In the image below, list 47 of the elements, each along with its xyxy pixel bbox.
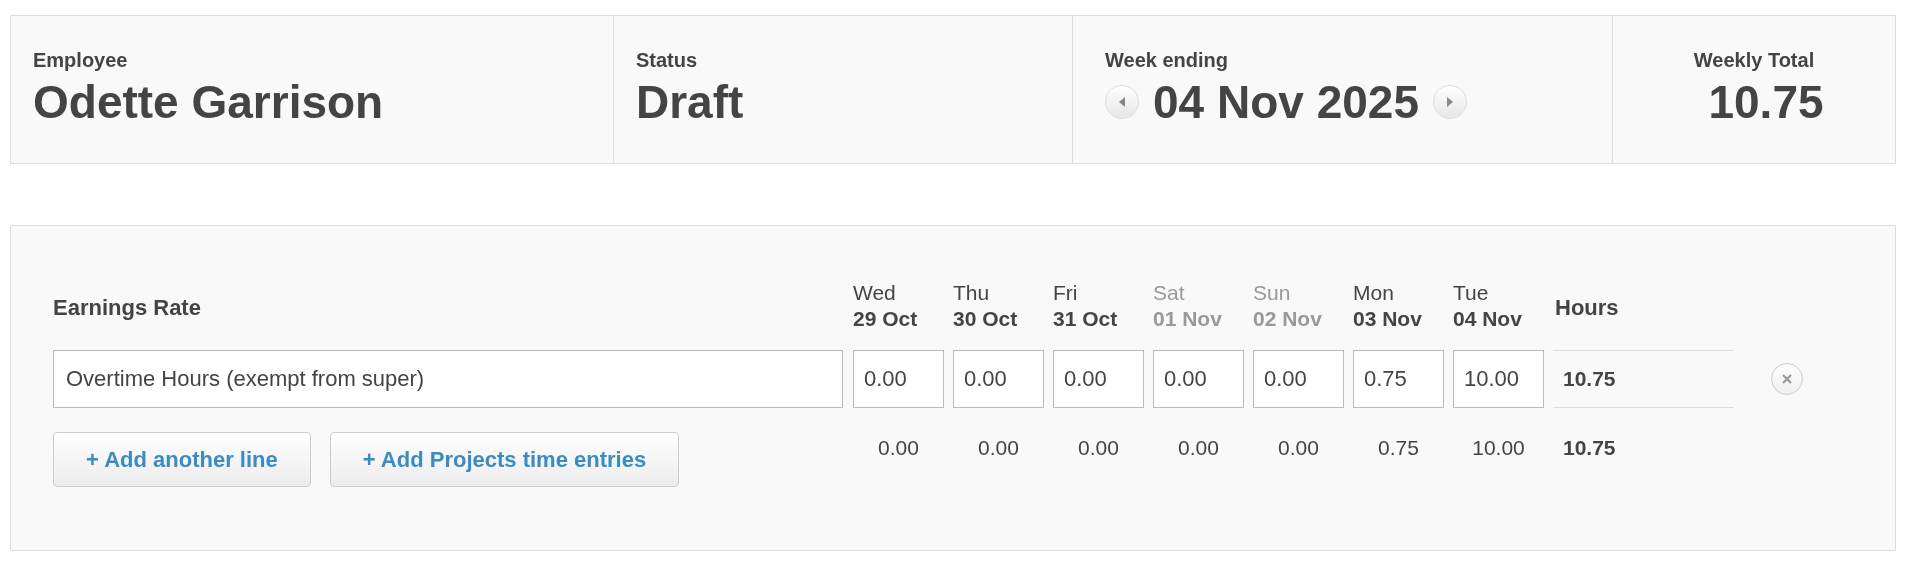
field-label: Status bbox=[636, 48, 699, 72]
grand-total: 10.75 bbox=[1562, 435, 1616, 461]
day-total: 0.00 bbox=[877, 435, 920, 461]
day-name: Tue bbox=[1453, 280, 1490, 306]
right-triangle-icon bbox=[1444, 96, 1455, 108]
day-total: 0.00 bbox=[1077, 435, 1120, 461]
next-week-button[interactable] bbox=[1432, 85, 1467, 119]
day-total: 0.75 bbox=[1377, 435, 1420, 461]
day-date: 04 Nov bbox=[1453, 306, 1523, 332]
day-date: 30 Oct bbox=[953, 306, 1019, 332]
field-value: Draft bbox=[636, 75, 745, 130]
day-date: 02 Nov bbox=[1253, 306, 1323, 332]
line-total: 10.75 bbox=[1553, 350, 1734, 408]
hours-field[interactable]: 0.00 bbox=[853, 350, 944, 408]
day-date: 31 Oct bbox=[1053, 306, 1119, 332]
day-name: Thu bbox=[953, 280, 991, 306]
hours-field[interactable]: 0.00 bbox=[1153, 350, 1244, 408]
previous-week-button[interactable] bbox=[1105, 85, 1139, 119]
hours-field[interactable]: 0.00 bbox=[1253, 350, 1344, 408]
day-name: Sat bbox=[1153, 280, 1186, 306]
day-date: 29 Oct bbox=[853, 306, 919, 332]
close-icon bbox=[1781, 373, 1793, 385]
day-total: 0.00 bbox=[977, 435, 1020, 461]
remove-line-button[interactable] bbox=[1771, 363, 1803, 395]
day-name: Sun bbox=[1253, 280, 1292, 306]
earnings-rate-field[interactable]: Overtime Hours (exempt from super) bbox=[53, 350, 843, 408]
day-date: 03 Nov bbox=[1353, 306, 1423, 332]
field-label: Weekly Total bbox=[1693, 48, 1815, 72]
hours-field[interactable]: 10.00 bbox=[1453, 350, 1544, 408]
day-date: 01 Nov bbox=[1153, 306, 1223, 332]
left-triangle-icon bbox=[1117, 96, 1127, 108]
field-label: Week ending bbox=[1105, 48, 1229, 72]
day-name: Wed bbox=[853, 280, 897, 306]
day-total: 0.00 bbox=[1177, 435, 1220, 461]
field-value: Odette Garrison bbox=[33, 75, 385, 130]
day-name: Mon bbox=[1353, 280, 1395, 306]
hours-field[interactable]: 0.00 bbox=[953, 350, 1044, 408]
day-name: Fri bbox=[1053, 280, 1079, 306]
field-label: Employee bbox=[33, 48, 129, 72]
column-header: Hours bbox=[1554, 294, 1619, 322]
hours-field[interactable]: 0.75 bbox=[1353, 350, 1444, 408]
weekly-total: 10.75 bbox=[1707, 75, 1824, 130]
day-total: 0.00 bbox=[1277, 435, 1320, 461]
column-header: Earnings Rate bbox=[53, 294, 202, 322]
day-total: 10.00 bbox=[1471, 435, 1526, 461]
hours-field[interactable]: 0.00 bbox=[1053, 350, 1144, 408]
week-ending-date: 04 Nov 2025 bbox=[1153, 75, 1419, 130]
